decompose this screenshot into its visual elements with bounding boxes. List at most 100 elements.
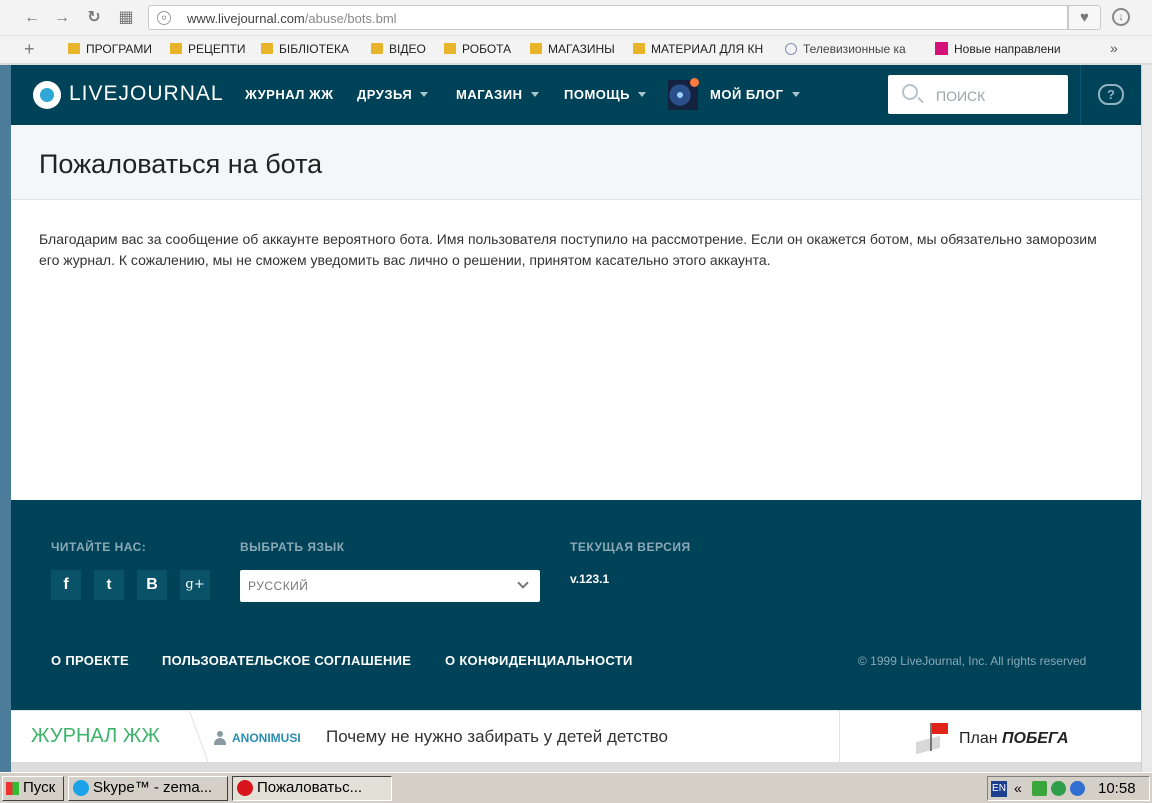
nav-shop-label: МАГАЗИН	[456, 87, 523, 102]
folder-icon	[371, 43, 383, 54]
nav-journal[interactable]: ЖУРНАЛ ЖЖ	[245, 87, 334, 102]
url-path: /abuse/bots.bml	[304, 11, 397, 26]
security-icon[interactable]	[1032, 781, 1047, 796]
bookmark-label: РОБОТА	[462, 42, 512, 56]
forward-arrow-icon[interactable]: →	[52, 8, 72, 28]
nav-help-label: ПОМОЩЬ	[564, 87, 630, 102]
add-bookmark-icon[interactable]: +	[24, 39, 35, 60]
user-agreement-link[interactable]: ПОЛЬЗОВАТЕЛЬСКОЕ СОГЛАШЕНИЕ	[162, 653, 411, 668]
bookmark-item[interactable]: МАТЕРИАЛ ДЛЯ КН	[633, 42, 771, 56]
page-title-area: Пожаловаться на бота	[11, 125, 1141, 200]
folder-icon	[444, 43, 456, 54]
bookmark-item[interactable]: БІБЛІОТЕКА	[261, 42, 349, 56]
version-value: v.123.1	[570, 572, 610, 586]
taskbar-opera-label: Пожаловатьс...	[257, 779, 363, 796]
url-domain: www.livejournal.com	[187, 11, 305, 26]
twitter-icon[interactable]: t	[94, 570, 124, 600]
heart-icon[interactable]: ♥	[1068, 5, 1101, 30]
bookmark-item[interactable]: ПРОГРАМИ	[68, 42, 152, 56]
promo-brand[interactable]: ЖУРНАЛ ЖЖ	[31, 725, 160, 748]
about-link[interactable]: О ПРОЕКТЕ	[51, 653, 129, 668]
globe-icon: ⚪	[157, 11, 171, 25]
site-logo[interactable]: LIVEJOURNAL	[69, 82, 224, 106]
help-chat-icon[interactable]: ?	[1098, 84, 1124, 105]
more-bookmarks-icon[interactable]: »	[1110, 40, 1118, 56]
folder-icon	[633, 43, 645, 54]
livejournal-logo-icon[interactable]	[33, 81, 61, 109]
partner-bold: ПОБЕГА	[1002, 730, 1069, 747]
vkontakte-icon[interactable]: В	[137, 570, 167, 600]
opera-icon	[237, 780, 253, 796]
partner-logo[interactable]: План ПОБЕГА	[959, 730, 1069, 748]
nav-friends-label: ДРУЗЬЯ	[357, 87, 413, 102]
notification-dot-icon	[690, 78, 699, 87]
bookmark-item[interactable]: РОБОТА	[444, 42, 511, 56]
bookmark-label: ПРОГРАМИ	[86, 42, 153, 56]
skype-icon	[73, 780, 89, 796]
windows-logo-icon	[6, 782, 19, 795]
google-plus-icon[interactable]: g+	[180, 570, 210, 600]
back-arrow-icon[interactable]: ←	[22, 8, 42, 28]
language-value: РУССКИЙ	[248, 579, 309, 593]
start-button[interactable]: Пуск	[2, 776, 64, 801]
bookmark-item[interactable]: РЕЦЕПТИ	[170, 42, 245, 56]
follow-us-label: ЧИТАЙТЕ НАС:	[51, 540, 147, 554]
clock: 10:58	[1098, 780, 1136, 797]
bookmark-item[interactable]: Новые направлени	[935, 42, 1069, 56]
reload-icon[interactable]: ↻	[84, 8, 104, 28]
system-tray: EN « 10:58	[987, 776, 1150, 801]
privacy-link[interactable]: О КОНФИДЕНЦИАЛЬНОСТИ	[445, 653, 633, 668]
address-bar[interactable]: ⚪ www.livejournal.com/abuse/bots.bml	[148, 5, 1068, 30]
search-input[interactable]: ПОИСК	[888, 75, 1068, 114]
taskbar-skype[interactable]: Skype™ - zema...	[68, 776, 228, 801]
language-select[interactable]: РУССКИЙ	[240, 570, 540, 602]
folder-icon	[170, 43, 182, 54]
user-icon	[214, 731, 226, 745]
taskbar-opera[interactable]: Пожаловатьс...	[232, 776, 392, 801]
bookmark-item[interactable]: МАГАЗИНЫ	[530, 42, 615, 56]
nav-my-blog[interactable]: МОЙ БЛОГ	[710, 87, 800, 102]
download-icon[interactable]: ↓	[1112, 8, 1130, 26]
promo-username[interactable]: ANONIMUSI	[232, 731, 301, 745]
confirmation-message: Благодарим вас за сообщение об аккаунте …	[39, 231, 1097, 268]
bookmark-item[interactable]: Телевизионные ка	[785, 42, 919, 56]
main-content: Благодарим вас за сообщение об аккаунте …	[11, 200, 1141, 500]
browser-toolbar: ← → ↻ ▦ ⚪ www.livejournal.com/abuse/bots…	[0, 0, 1152, 36]
bookmark-label: Телевизионные ка	[803, 42, 906, 56]
tray-expand-icon[interactable]: «	[1014, 780, 1022, 796]
nav-shop[interactable]: МАГАЗИН	[456, 87, 539, 102]
bookmarks-bar: + ПРОГРАМИ РЕЦЕПТИ БІБЛІОТЕКА ВІДЕО РОБО…	[0, 36, 1152, 64]
promo-divider	[839, 711, 840, 763]
bookmark-item[interactable]: ВІДЕО	[371, 42, 426, 56]
background-window-edge	[0, 65, 11, 772]
folder-icon	[530, 43, 542, 54]
speed-dial-icon[interactable]: ▦	[116, 8, 136, 28]
site-header: LIVEJOURNAL ЖУРНАЛ ЖЖ ДРУЗЬЯ МАГАЗИН ПОМ…	[11, 65, 1141, 125]
promo-bar: ЖУРНАЛ ЖЖ ANONIMUSI Почему не нужно заби…	[11, 710, 1141, 763]
network-icon[interactable]	[1051, 781, 1066, 796]
promo-divider	[176, 711, 209, 763]
nav-journal-label: ЖУРНАЛ ЖЖ	[245, 87, 334, 102]
scrollbar-area[interactable]	[1141, 65, 1152, 772]
caret-down-icon	[638, 92, 646, 97]
language-indicator[interactable]: EN	[991, 781, 1007, 797]
language-label: ВЫБРАТЬ ЯЗЫК	[240, 540, 345, 554]
nav-friends[interactable]: ДРУЗЬЯ	[357, 87, 429, 102]
taskbar: Пуск Skype™ - zema... Пожаловатьс... EN …	[0, 772, 1152, 803]
info-icon[interactable]	[1070, 781, 1085, 796]
folder-icon	[261, 43, 273, 54]
start-label: Пуск	[23, 779, 56, 796]
facebook-icon[interactable]: f	[51, 570, 81, 600]
promo-headline[interactable]: Почему не нужно забирать у детей детство	[326, 727, 668, 747]
search-placeholder: ПОИСК	[936, 88, 986, 104]
nav-help[interactable]: ПОМОЩЬ	[564, 87, 646, 102]
caret-down-icon	[420, 92, 429, 97]
bookmark-label: БІБЛІОТЕКА	[279, 42, 349, 56]
partner-plain: План	[959, 730, 1003, 747]
folder-icon	[68, 43, 80, 54]
version-label: ТЕКУЩАЯ ВЕРСИЯ	[570, 540, 691, 554]
search-icon[interactable]	[902, 84, 918, 100]
bookmark-label: Новые направлени	[954, 42, 1061, 56]
url-text[interactable]: www.livejournal.com/abuse/bots.bml	[187, 11, 397, 26]
site-footer: ЧИТАЙТЕ НАС: f t В g+ ВЫБРАТЬ ЯЗЫК РУССК…	[11, 500, 1141, 710]
